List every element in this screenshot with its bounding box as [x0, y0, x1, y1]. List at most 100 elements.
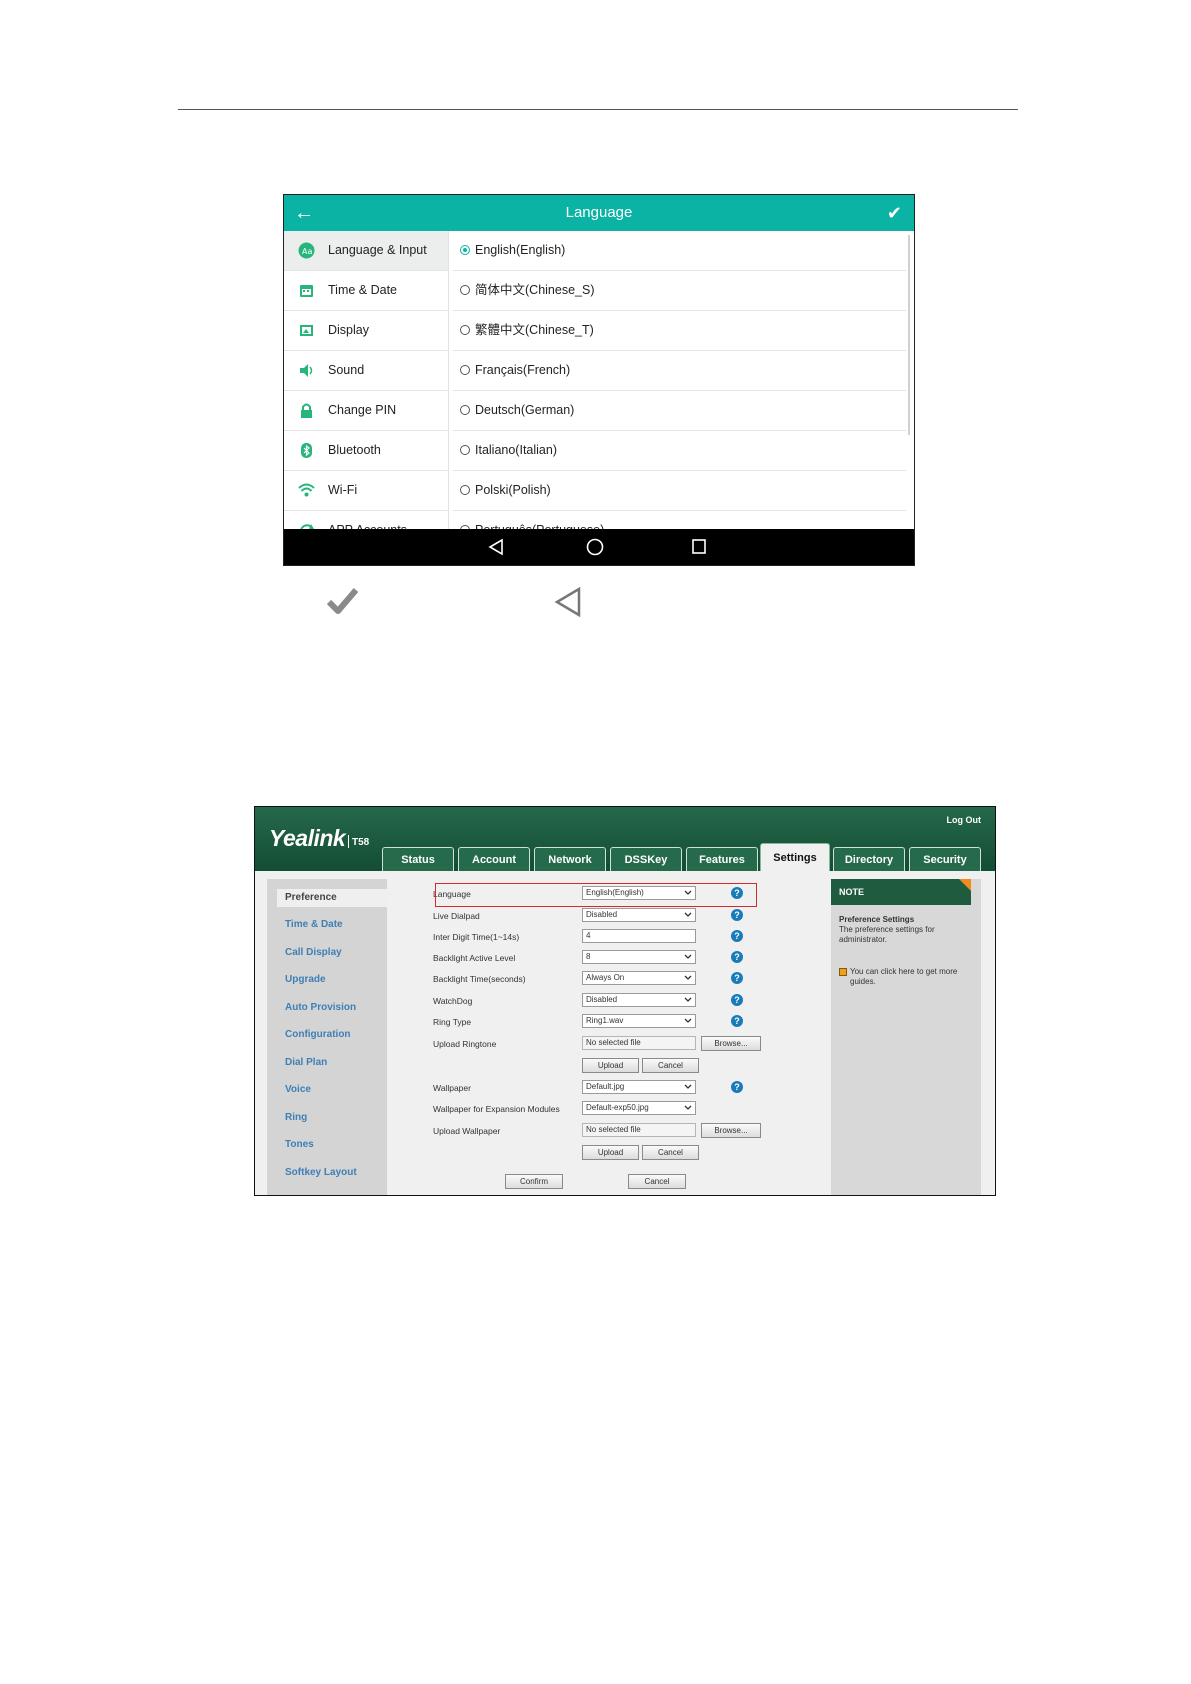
backlight-time-select[interactable]: Always On [582, 971, 696, 985]
help-icon[interactable]: ? [731, 951, 743, 963]
chevron-down-icon [684, 1018, 692, 1023]
wallpaper-file-field[interactable]: No selected file [582, 1123, 696, 1137]
upload-wallpaper-button[interactable]: Upload [582, 1145, 639, 1160]
tab-features[interactable]: Features [686, 847, 758, 871]
menu-item-label: Display [328, 323, 369, 337]
menu-item-wifi[interactable]: Wi-Fi [284, 471, 448, 511]
menu-item-display[interactable]: Display [284, 311, 448, 351]
language-list: English(English) 简体中文(Chinese_S) 繁體中文(Ch… [449, 231, 914, 529]
live-dialpad-select[interactable]: Disabled [582, 908, 696, 922]
watchdog-select[interactable]: Disabled [582, 993, 696, 1007]
tab-status[interactable]: Status [382, 847, 454, 871]
cancel-button[interactable]: Cancel [628, 1174, 686, 1189]
note-heading: NOTE [831, 879, 971, 905]
radio-unselected[interactable] [460, 405, 470, 415]
language-option[interactable]: Italiano(Italian) [453, 431, 906, 471]
sidebar-item-preference[interactable]: Preference [277, 889, 387, 907]
help-icon[interactable]: ? [731, 972, 743, 984]
preference-form: Language English(English) ? Live Dialpad… [390, 871, 810, 1195]
radio-unselected[interactable] [460, 445, 470, 455]
language-option[interactable]: 简体中文(Chinese_S) [453, 271, 906, 311]
tab-account[interactable]: Account [458, 847, 530, 871]
language-option[interactable]: Français(French) [453, 351, 906, 391]
chevron-down-icon [684, 1084, 692, 1089]
help-icon[interactable]: ? [731, 909, 743, 921]
note-corner-fold [959, 879, 971, 891]
lock-icon [301, 403, 312, 418]
note-guide-link[interactable]: You can click here to get more guides. [839, 967, 967, 987]
inter-digit-input[interactable]: 4 [582, 929, 696, 943]
phone-title-bar: ← Language ✔ [284, 195, 914, 231]
menu-item-sound[interactable]: Sound [284, 351, 448, 391]
row-wallpaper-expansion: Wallpaper for Expansion Modules Default-… [390, 1101, 820, 1117]
chevron-down-icon [684, 1105, 692, 1110]
ring-type-select[interactable]: Ring1.wav [582, 1014, 696, 1028]
checkmark-icon [326, 588, 359, 614]
upload-ringtone-button[interactable]: Upload [582, 1058, 639, 1073]
language-option[interactable]: Polski(Polish) [453, 471, 906, 511]
ringtone-file-field[interactable]: No selected file [582, 1036, 696, 1050]
calendar-icon [300, 285, 313, 297]
back-triangle-icon [554, 586, 581, 618]
tab-directory[interactable]: Directory [833, 847, 905, 871]
radio-unselected[interactable] [460, 365, 470, 375]
browse-ringtone-button[interactable]: Browse... [701, 1036, 761, 1051]
note-title: Preference Settings [839, 915, 915, 924]
row-live-dialpad: Live Dialpad Disabled ? [390, 908, 820, 924]
wifi-icon [298, 483, 315, 497]
radio-selected[interactable] [460, 245, 470, 255]
menu-item-bluetooth[interactable]: Bluetooth [284, 431, 448, 471]
radio-unselected[interactable] [460, 485, 470, 495]
tab-security[interactable]: Security [909, 847, 981, 871]
language-list-scrollbar[interactable] [908, 235, 910, 435]
radio-unselected[interactable] [460, 285, 470, 295]
language-option[interactable]: Deutsch(German) [453, 391, 906, 431]
help-icon[interactable]: ? [731, 1015, 743, 1027]
language-option[interactable]: Português(Portuguese) [453, 511, 906, 529]
svg-text:Aa: Aa [302, 247, 312, 256]
help-icon[interactable]: ? [731, 1081, 743, 1093]
android-nav-bar [284, 529, 914, 565]
confirm-button[interactable]: Confirm [505, 1174, 563, 1189]
tab-settings[interactable]: Settings [760, 843, 830, 871]
note-panel: NOTE Preference Settings The preference … [831, 879, 981, 1195]
nav-home-icon[interactable] [586, 538, 604, 556]
browse-wallpaper-button[interactable]: Browse... [701, 1123, 761, 1138]
sidebar-item-tones[interactable]: Tones [285, 1139, 314, 1150]
sidebar-item-dial-plan[interactable]: Dial Plan [285, 1057, 327, 1068]
help-icon[interactable]: ? [731, 994, 743, 1006]
chevron-down-icon [684, 997, 692, 1002]
wallpaper-expansion-select[interactable]: Default-exp50.jpg [582, 1101, 696, 1115]
sidebar-item-time-date[interactable]: Time & Date [285, 919, 343, 930]
wallpaper-select[interactable]: Default.jpg [582, 1080, 696, 1094]
menu-item-change-pin[interactable]: Change PIN [284, 391, 448, 431]
sidebar-item-auto-provision[interactable]: Auto Provision [285, 1002, 356, 1013]
menu-item-label: APP Accounts [328, 511, 407, 529]
cancel-wallpaper-button[interactable]: Cancel [642, 1145, 699, 1160]
menu-item-app-accounts[interactable]: APP Accounts [284, 511, 448, 529]
tab-network[interactable]: Network [534, 847, 606, 871]
nav-back-icon[interactable] [488, 538, 504, 556]
sidebar-item-ring[interactable]: Ring [285, 1112, 307, 1123]
sidebar-item-upgrade[interactable]: Upgrade [285, 974, 326, 985]
speaker-icon [300, 364, 313, 377]
language-option[interactable]: 繁體中文(Chinese_T) [453, 311, 906, 351]
logout-link[interactable]: Log Out [947, 815, 982, 825]
sidebar-item-softkey-layout[interactable]: Softkey Layout [285, 1167, 357, 1178]
confirm-check-icon[interactable]: ✔ [887, 195, 902, 231]
radio-unselected[interactable] [460, 325, 470, 335]
cancel-ringtone-button[interactable]: Cancel [642, 1058, 699, 1073]
nav-recents-icon[interactable] [691, 538, 707, 556]
help-icon[interactable]: ? [731, 930, 743, 942]
sidebar-item-voice[interactable]: Voice [285, 1084, 311, 1095]
language-highlight-box [435, 883, 757, 907]
menu-item-time-date[interactable]: Time & Date [284, 271, 448, 311]
bluetooth-icon [301, 443, 312, 458]
menu-item-language-input[interactable]: Aa Language & Input [284, 231, 448, 271]
sidebar-item-call-display[interactable]: Call Display [285, 947, 342, 958]
sidebar-item-configuration[interactable]: Configuration [285, 1029, 351, 1040]
tab-dsskey[interactable]: DSSKey [610, 847, 682, 871]
backlight-level-select[interactable]: 8 [582, 950, 696, 964]
language-option[interactable]: English(English) [453, 231, 906, 271]
phone-settings-menu: Aa Language & Input Time & Date Display … [284, 231, 449, 529]
